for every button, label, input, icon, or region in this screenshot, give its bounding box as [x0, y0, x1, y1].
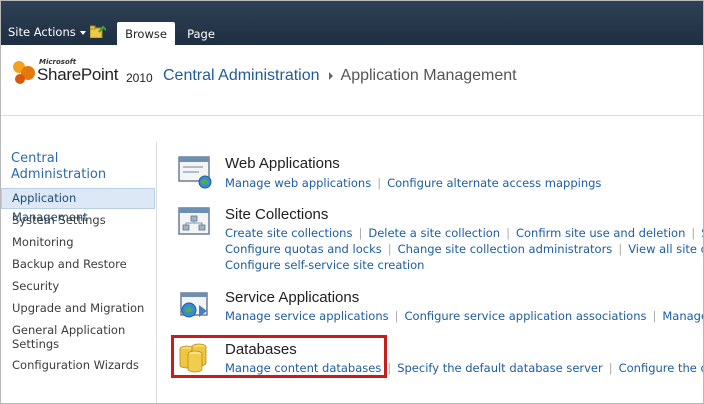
- breadcrumb-root-link[interactable]: Central Administration: [163, 67, 320, 84]
- sharepoint-logo-icon: [13, 61, 35, 84]
- section-links: Manage service applications | Configure se…: [225, 308, 703, 324]
- site-collections-icon: [178, 207, 210, 235]
- section-web-applications: Web Applications Manage web applications…: [175, 155, 703, 195]
- title-row: Microsoft SharePoint 2010 Central Admini…: [1, 45, 703, 116]
- section-service-applications: Service Applications Manage service appl…: [175, 289, 703, 329]
- navigate-up-icon[interactable]: [90, 24, 106, 38]
- link-manage-service-applications[interactable]: Manage service applications: [225, 309, 389, 323]
- link-separator: |: [387, 361, 392, 375]
- link-configure-self-service-site-creation[interactable]: Configure self-service site creation: [225, 258, 424, 272]
- link-separator: |: [608, 361, 613, 375]
- link-separator: |: [691, 226, 696, 240]
- web-applications-icon: [178, 156, 212, 189]
- section-links: Manage web applications | Configure altern…: [225, 175, 601, 191]
- link-separator: |: [506, 226, 510, 240]
- link-change-site-collection-administrators[interactable]: Change site collection administrators: [398, 242, 613, 256]
- breadcrumb-separator-icon: [328, 71, 333, 80]
- link-confirm-site-use-and-deletion[interactable]: Confirm site use and deletion: [516, 226, 685, 240]
- link-specify-the-default-database-server[interactable]: Specify the default database server: [397, 361, 603, 375]
- sharepoint-window: Site Actions Browse Page Microsoft Share…: [0, 0, 704, 404]
- section-links: Create site collections | Delete a site co…: [225, 225, 703, 241]
- link-configure-quotas-and-locks[interactable]: Configure quotas and locks: [225, 242, 382, 256]
- quick-launch-sidebar: Central Administration Application Manag…: [1, 142, 157, 403]
- sidebar-item-system-settings[interactable]: System Settings: [1, 213, 155, 227]
- sidebar-item-security[interactable]: Security: [1, 279, 155, 293]
- link-delete-a-site-collection[interactable]: Delete a site collection: [368, 226, 500, 240]
- tab-page[interactable]: Page: [179, 22, 223, 45]
- breadcrumb: Central Administration Application Manage…: [163, 67, 517, 85]
- logo-year-text: 2010: [126, 71, 153, 85]
- sidebar-item-configuration-wizards[interactable]: Configuration Wizards: [1, 358, 155, 372]
- section-links: Configure self-service site creation: [225, 257, 424, 273]
- link-separator: |: [394, 309, 399, 323]
- section-title[interactable]: Web Applications: [225, 155, 340, 172]
- link-separator: |: [618, 242, 623, 256]
- link-view-all-site-collections[interactable]: View all site c: [628, 242, 703, 256]
- link-truncated[interactable]: Manage: [662, 309, 703, 323]
- dropdown-arrow-icon: [79, 30, 86, 35]
- link-separator: |: [652, 309, 657, 323]
- site-actions-label: Site Actions: [8, 25, 76, 39]
- sidebar-item-monitoring[interactable]: Monitoring: [1, 235, 155, 249]
- sidebar-item-upgrade-and-migration[interactable]: Upgrade and Migration: [1, 301, 155, 315]
- section-site-collections: Site Collections Create site collections…: [175, 206, 703, 276]
- link-manage-web-applications[interactable]: Manage web applications: [225, 176, 371, 190]
- link-truncated[interactable]: Configure the d: [619, 361, 703, 375]
- link-separator: |: [358, 226, 363, 240]
- link-configure-service-application-associations[interactable]: Configure service application associatio…: [405, 309, 647, 323]
- link-separator: |: [387, 242, 392, 256]
- link-configure-alternate-access-mappings[interactable]: Configure alternate access mappings: [387, 176, 601, 190]
- section-title[interactable]: Service Applications: [225, 289, 359, 306]
- ribbon-spacer: [1, 116, 703, 142]
- section-title[interactable]: Site Collections: [225, 206, 328, 223]
- sidebar-item-general-application-settings[interactable]: General Application Settings: [1, 323, 151, 351]
- tab-browse[interactable]: Browse: [117, 22, 175, 45]
- link-separator: |: [377, 176, 382, 190]
- link-create-site-collections[interactable]: Create site collections: [225, 226, 352, 240]
- ribbon-bar: Site Actions Browse Page: [1, 1, 703, 45]
- annotation-highlight-box: [171, 335, 387, 378]
- section-links: Configure quotas and locks | Change site c…: [225, 241, 703, 257]
- sidebar-item-application-management[interactable]: Application Management: [1, 188, 155, 224]
- service-applications-icon: [180, 292, 208, 318]
- logo-product-text: SharePoint: [37, 65, 119, 84]
- breadcrumb-current: Application Management: [340, 67, 517, 84]
- sharepoint-logo[interactable]: Microsoft SharePoint 2010: [9, 55, 159, 95]
- sidebar-heading-link[interactable]: Central Administration: [11, 151, 151, 183]
- sidebar-item-backup-and-restore[interactable]: Backup and Restore: [1, 257, 155, 271]
- site-actions-menu[interactable]: Site Actions: [8, 25, 86, 39]
